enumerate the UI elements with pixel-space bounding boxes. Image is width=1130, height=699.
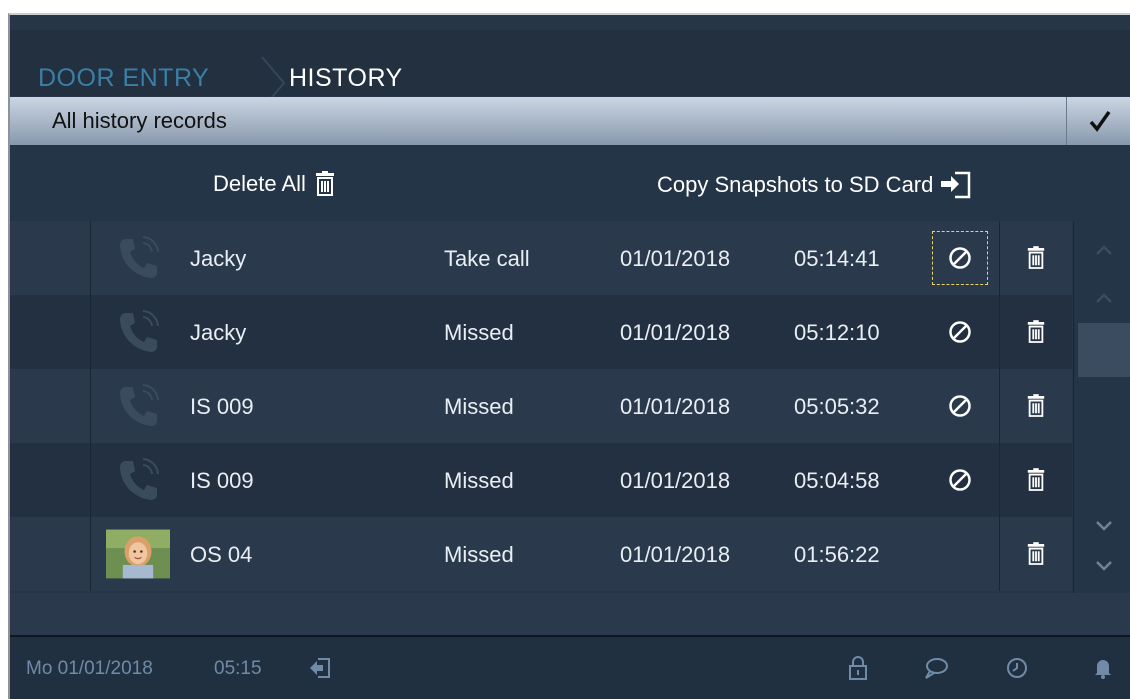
delete-all-button[interactable]: Delete All — [213, 171, 336, 197]
row-icon — [106, 528, 170, 580]
history-row[interactable]: IS 009 Missed 01/01/2018 05:05:32 — [10, 369, 1072, 443]
row-icon — [106, 454, 170, 506]
call-time: 01:56:22 — [794, 542, 880, 567]
no-snapshot-icon — [949, 321, 971, 343]
list-footer — [10, 593, 1130, 637]
breadcrumb-door-entry[interactable]: DOOR ENTRY — [38, 64, 209, 93]
scroll-top-button[interactable] — [1074, 235, 1130, 265]
trash-icon — [1027, 246, 1045, 269]
row-select-area[interactable] — [10, 369, 91, 443]
chevron-down-icon — [1095, 521, 1112, 531]
delete-all-label: Delete All — [213, 171, 306, 196]
header-bar: DOOR ENTRY HISTORY — [10, 30, 1130, 110]
scroll-up-button[interactable] — [1074, 283, 1130, 313]
copy-snapshots-label: Copy Snapshots to SD Card — [657, 172, 934, 197]
call-status: Take call — [444, 246, 530, 271]
caller-name: Jacky — [190, 246, 247, 271]
trash-icon — [1027, 468, 1045, 491]
copy-snapshots-button[interactable]: Copy Snapshots to SD Card — [657, 171, 973, 199]
scroll-down-button[interactable] — [1074, 511, 1130, 541]
snapshot-button[interactable] — [932, 379, 988, 433]
no-snapshot-icon — [949, 395, 971, 417]
row-select-area[interactable] — [10, 517, 91, 591]
filter-label: All history records — [52, 108, 227, 133]
phone-icon — [120, 384, 159, 426]
chevron-down-icon — [1095, 561, 1112, 571]
history-row[interactable]: Jacky Take call 01/01/2018 05:14:41 — [10, 221, 1072, 295]
call-time: 05:14:41 — [794, 246, 880, 271]
call-date: 01/01/2018 — [620, 246, 731, 271]
caller-name: OS 04 — [190, 542, 253, 567]
history-row[interactable]: Jacky Missed 01/01/2018 05:12:10 — [10, 295, 1072, 369]
delete-row-button[interactable] — [999, 443, 1072, 517]
caller-name: IS 009 — [190, 468, 254, 493]
export-sd-card-icon — [941, 171, 971, 199]
row-select-area[interactable] — [10, 221, 91, 295]
clock-history-icon — [1007, 658, 1027, 678]
delete-row-button[interactable] — [999, 221, 1072, 295]
checkmark-icon — [1089, 110, 1110, 132]
trash-icon — [1027, 542, 1045, 565]
delete-row-button[interactable] — [999, 369, 1072, 443]
chevron-up-icon — [1095, 245, 1112, 255]
app-window: DOOR ENTRY HISTORY All history records D… — [8, 13, 1130, 699]
call-status: Missed — [444, 394, 514, 419]
status-time: 05:15 — [214, 658, 262, 679]
chat-bubble-icon — [925, 658, 948, 679]
history-row[interactable]: IS 009 Missed 01/01/2018 05:04:58 — [10, 443, 1072, 517]
page-title: HISTORY — [289, 64, 403, 92]
call-status: Missed — [444, 320, 514, 345]
trash-icon — [1027, 394, 1045, 417]
visitor-photo — [106, 529, 170, 579]
call-date: 01/01/2018 — [620, 394, 731, 419]
exit-icon — [310, 658, 330, 678]
row-icon — [106, 232, 170, 284]
lock-icon — [849, 656, 867, 680]
row-select-area[interactable] — [10, 443, 91, 517]
chevron-up-icon — [1095, 293, 1112, 303]
scrollbar[interactable] — [1073, 221, 1130, 593]
caller-name: IS 009 — [190, 394, 254, 419]
caller-name: Jacky — [190, 320, 247, 345]
call-date: 01/01/2018 — [620, 468, 731, 493]
call-date: 01/01/2018 — [620, 320, 731, 345]
messages-button[interactable] — [921, 653, 951, 683]
call-time: 05:12:10 — [794, 320, 880, 345]
call-time: 05:04:58 — [794, 468, 880, 493]
scroll-thumb[interactable] — [1078, 323, 1130, 377]
alarm-button[interactable] — [1088, 653, 1118, 683]
action-bar: Delete All Copy Snapshots to SD Card — [10, 145, 1130, 221]
status-bar: Mo 01/01/2018 05:15 — [10, 637, 1130, 699]
confirm-check-button[interactable] — [1066, 97, 1130, 145]
snapshot-button[interactable] — [932, 231, 988, 285]
no-snapshot-icon — [949, 469, 971, 491]
call-status: Missed — [444, 542, 514, 567]
trash-icon — [1027, 320, 1045, 343]
delete-row-button[interactable] — [999, 295, 1072, 369]
phone-icon — [120, 236, 159, 278]
history-filter-dropdown[interactable]: All history records — [10, 97, 1130, 145]
history-row[interactable]: OS 04 Missed 01/01/2018 01:56:22 — [10, 517, 1072, 591]
no-snapshot-icon — [949, 247, 971, 269]
scroll-bottom-button[interactable] — [1074, 551, 1130, 581]
row-icon — [106, 380, 170, 432]
bell-icon — [1095, 660, 1111, 679]
phone-icon — [120, 310, 159, 352]
history-list: Jacky Take call 01/01/2018 05:14:41 Jack… — [10, 221, 1072, 591]
status-date: Mo 01/01/2018 — [26, 658, 153, 679]
trash-icon — [315, 171, 334, 196]
row-select-area[interactable] — [10, 295, 91, 369]
snapshot-button[interactable] — [932, 453, 988, 507]
history-button[interactable] — [1002, 653, 1032, 683]
call-status: Missed — [444, 468, 514, 493]
back-home-button[interactable] — [305, 653, 335, 683]
snapshot-button[interactable] — [932, 305, 988, 359]
snapshot-button — [932, 527, 988, 581]
row-icon — [106, 306, 170, 358]
call-date: 01/01/2018 — [620, 542, 731, 567]
delete-row-button[interactable] — [999, 517, 1072, 591]
phone-icon — [120, 458, 159, 500]
unlock-button[interactable] — [843, 653, 873, 683]
call-time: 05:05:32 — [794, 394, 880, 419]
